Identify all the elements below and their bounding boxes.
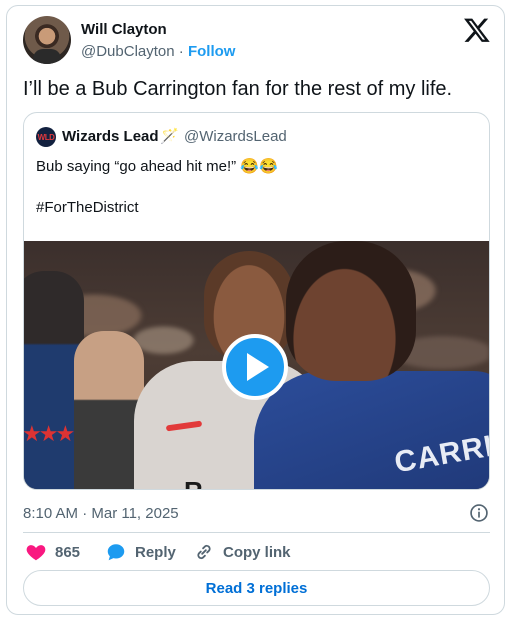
author-avatar[interactable] [23, 16, 71, 64]
author-handle-line: @DubClayton · Follow [81, 43, 235, 60]
copy-link-button[interactable]: Copy link [193, 539, 291, 565]
tweet-timestamp[interactable]: 8:10 AM · Mar 11, 2025 [23, 505, 179, 522]
author-handle[interactable]: @DubClayton [81, 43, 175, 60]
reply-label: Reply [135, 543, 176, 561]
reply-button[interactable]: Reply [105, 539, 176, 565]
magic-wand-emoji: 🪄 [160, 128, 179, 145]
handle-separator: · [178, 43, 184, 60]
like-button[interactable]: 865 [25, 539, 80, 565]
play-icon [247, 353, 269, 381]
heart-icon [26, 545, 46, 561]
follow-button[interactable]: Follow [188, 43, 236, 60]
tweet-text: I’ll be a Bub Carrington fan for the res… [23, 78, 453, 100]
play-button[interactable] [222, 334, 288, 400]
quoted-tweet[interactable]: WLD Wizards Lead 🪄 @WizardsLead Bub sayi… [23, 112, 490, 490]
video-thumbnail[interactable]: ★★★ R CARRIN [24, 241, 489, 489]
wizards-player-body [254, 371, 489, 489]
wizards-player-head [286, 241, 416, 381]
raptors-jersey-letter: R [184, 476, 205, 489]
author-name[interactable]: Will Clayton [81, 21, 167, 38]
reply-bubble-icon [107, 544, 125, 561]
info-icon[interactable] [469, 503, 489, 523]
divider [23, 532, 490, 533]
copy-link-label: Copy link [223, 543, 291, 561]
avatar-shirt [33, 49, 61, 64]
read-replies-button[interactable]: Read 3 replies [23, 570, 490, 606]
tweet-card: Will Clayton @DubClayton · Follow I’ll b… [6, 5, 505, 615]
link-icon [197, 544, 211, 560]
quoted-hashtag[interactable]: #ForTheDistrict [36, 199, 139, 216]
jersey-stars: ★★★ [24, 421, 75, 446]
quoted-avatar[interactable]: WLD [36, 127, 56, 147]
quoted-text: Bub saying “go ahead hit me!” 😂😂 [36, 158, 278, 175]
x-logo-icon[interactable] [463, 16, 491, 44]
quoted-author-name[interactable]: Wizards Lead [62, 128, 159, 145]
quoted-author-handle[interactable]: @WizardsLead [184, 128, 287, 145]
like-count: 865 [55, 543, 81, 561]
